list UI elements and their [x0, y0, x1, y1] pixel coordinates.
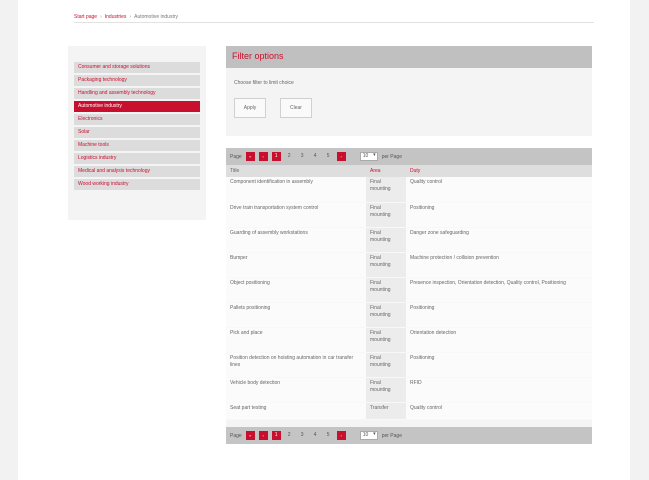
page-3[interactable]: 3 — [298, 431, 307, 440]
cell-title[interactable]: Bumper — [226, 252, 366, 278]
cell-title[interactable]: Component identification in assembly — [226, 177, 366, 203]
cell-duty: Danger zone safeguarding — [406, 227, 592, 253]
table-row[interactable]: Position detection on hoisting automatio… — [226, 352, 592, 378]
next-page-button[interactable]: › — [336, 431, 346, 440]
page-5[interactable]: 5 — [324, 431, 333, 440]
cell-duty: Positioning — [406, 202, 592, 228]
cell-duty: Quality control — [406, 177, 592, 203]
cell-duty: Machine protection / collision preventio… — [406, 252, 592, 278]
table-row[interactable]: Vehicle body detection Final mounting RF… — [226, 377, 592, 403]
first-page-button[interactable]: « — [245, 431, 255, 440]
page-4[interactable]: 4 — [311, 152, 320, 161]
page-3[interactable]: 3 — [298, 152, 307, 161]
cell-area: Final mounting — [366, 377, 406, 403]
filter-instruction: Choose filter to limit choice — [234, 80, 294, 86]
cell-area: Final mounting — [366, 277, 406, 303]
table-row[interactable]: Component identification in assembly Fin… — [226, 177, 592, 203]
page-2[interactable]: 2 — [285, 431, 294, 440]
cell-area: Final mounting — [366, 202, 406, 228]
filter-title: Filter options — [226, 46, 592, 68]
cell-area: Final mounting — [366, 302, 406, 328]
cell-area: Final mounting — [366, 352, 406, 378]
pager-bottom: Page « ‹ 1 2 3 4 5 › 10 per Page — [226, 427, 592, 444]
cell-duty: Positioning — [406, 302, 592, 328]
breadcrumb-separator: › — [129, 14, 132, 20]
pager-top: Page « ‹ 1 2 3 4 5 › 10 per Page — [226, 148, 592, 165]
cell-duty: Orientation detection — [406, 327, 592, 353]
page-1[interactable]: 1 — [271, 152, 281, 161]
sidebar-item-electronics[interactable]: Electronics — [74, 114, 200, 125]
filter-panel: Filter options Choose filter to limit ch… — [226, 46, 592, 136]
cell-duty: Presence inspection, Orientation detecti… — [406, 277, 592, 303]
column-header-title[interactable]: Title — [226, 165, 366, 177]
table-row[interactable]: Guarding of assembly workstations Final … — [226, 227, 592, 253]
cell-title[interactable]: Pick and place — [226, 327, 366, 353]
page-5[interactable]: 5 — [324, 152, 333, 161]
sidebar-item-wood-working[interactable]: Wood working industry — [74, 179, 200, 190]
cell-title[interactable]: Object positioning — [226, 277, 366, 303]
cell-duty: Positioning — [406, 352, 592, 378]
cell-title[interactable]: Pallets positioning — [226, 302, 366, 328]
prev-page-button[interactable]: ‹ — [258, 431, 268, 440]
cell-area: Final mounting — [366, 252, 406, 278]
table-row[interactable]: Pick and place Final mounting Orientatio… — [226, 327, 592, 353]
cell-title[interactable]: Seat part testing — [226, 402, 366, 420]
cell-duty: RFID — [406, 377, 592, 403]
cell-title[interactable]: Drive train transportation system contro… — [226, 202, 366, 228]
cell-area: Final mounting — [366, 327, 406, 353]
breadcrumb-start[interactable]: Start page — [74, 14, 97, 20]
first-page-button[interactable]: « — [245, 152, 255, 161]
next-page-button[interactable]: › — [336, 152, 346, 161]
table-row[interactable]: Pallets positioning Final mounting Posit… — [226, 302, 592, 328]
sidebar-item-automotive[interactable]: Automotive industry — [74, 101, 200, 112]
cell-area: Transfer — [366, 402, 406, 420]
sidebar-item-handling-assembly[interactable]: Handling and assembly technology — [74, 88, 200, 99]
per-page-label: per Page — [381, 153, 402, 160]
prev-page-button[interactable]: ‹ — [258, 152, 268, 161]
apply-button[interactable]: Apply — [234, 98, 266, 118]
results-table: Title Area Duty Component identification… — [226, 165, 592, 420]
divider — [74, 22, 594, 23]
pager-label: Page — [230, 432, 242, 439]
cell-duty: Quality control — [406, 402, 592, 420]
table-row[interactable]: Object positioning Final mounting Presen… — [226, 277, 592, 303]
per-page-label: per Page — [381, 432, 402, 439]
sidebar: Consumer and storage solutions Packaging… — [68, 46, 206, 220]
results-panel: Page « ‹ 1 2 3 4 5 › 10 per Page Title A… — [226, 148, 592, 444]
sidebar-item-machine-tools[interactable]: Machine tools — [74, 140, 200, 151]
cell-title[interactable]: Position detection on hoisting automatio… — [226, 352, 366, 378]
page-1[interactable]: 1 — [271, 431, 281, 440]
cell-area: Final mounting — [366, 177, 406, 203]
cell-title[interactable]: Guarding of assembly workstations — [226, 227, 366, 253]
cell-area: Final mounting — [366, 227, 406, 253]
breadcrumb-industries[interactable]: Industries — [105, 14, 127, 20]
page: Start page › Industries › Automotive industr… — [18, 0, 630, 480]
clear-button[interactable]: Clear — [280, 98, 312, 118]
pager-label: Page — [230, 153, 242, 160]
cell-title[interactable]: Vehicle body detection — [226, 377, 366, 403]
table-row[interactable]: Drive train transportation system contro… — [226, 202, 592, 228]
table-row[interactable]: Bumper Final mounting Machine protection… — [226, 252, 592, 278]
page-2[interactable]: 2 — [285, 152, 294, 161]
sidebar-item-solar[interactable]: Solar — [74, 127, 200, 138]
per-page-select[interactable]: 10 — [359, 152, 378, 161]
breadcrumb: Start page › Industries › Automotive industr… — [74, 14, 178, 20]
column-header-area[interactable]: Area — [366, 165, 406, 177]
sidebar-item-packaging[interactable]: Packaging technology — [74, 75, 200, 86]
sidebar-item-logistics[interactable]: Logistics industry — [74, 153, 200, 164]
breadcrumb-separator: › — [100, 14, 102, 20]
sidebar-item-medical[interactable]: Medical and analysis technology — [74, 166, 200, 177]
table-row[interactable]: Seat part testing Transfer Quality contr… — [226, 402, 592, 420]
sidebar-item-consumer-storage[interactable]: Consumer and storage solutions — [74, 62, 200, 73]
per-page-select[interactable]: 10 — [359, 431, 378, 440]
page-4[interactable]: 4 — [311, 431, 320, 440]
column-header-duty[interactable]: Duty — [406, 165, 592, 177]
breadcrumb-current: Automotive industry — [134, 14, 179, 20]
